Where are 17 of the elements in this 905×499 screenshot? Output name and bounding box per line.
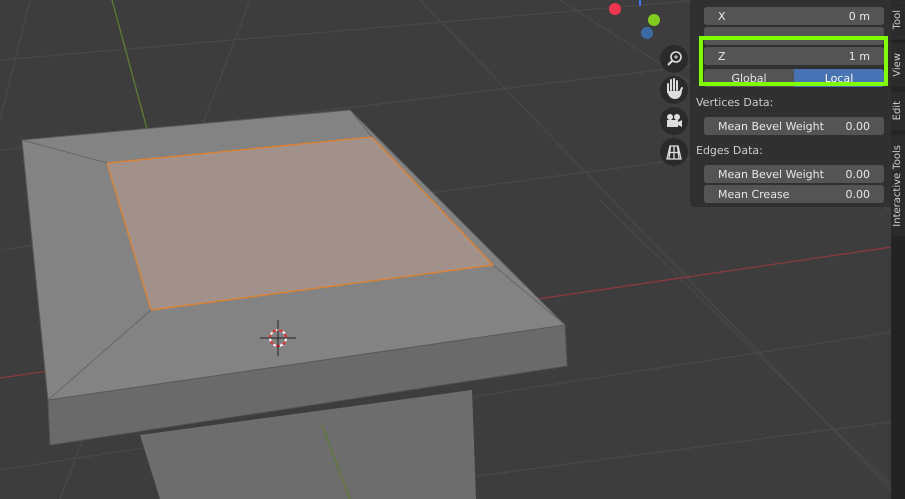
number-field[interactable]: Mean Crease 0.00 — [704, 185, 884, 203]
zoom-icon[interactable] — [660, 45, 688, 73]
number-field[interactable]: Z 1 m — [704, 47, 884, 65]
axis-gizmo-drawing — [609, 0, 660, 39]
section-label: Edges Data: — [696, 143, 764, 159]
sidebar-tab[interactable]: View — [891, 43, 905, 88]
number-field[interactable]: Mean Bevel Weight 0.00 — [704, 165, 884, 183]
camera-icon[interactable] — [660, 107, 688, 135]
sidebar-tab[interactable]: Edit — [891, 91, 905, 131]
sidebar-tab[interactable]: Interactive Tools — [891, 134, 905, 236]
grid-icon[interactable] — [660, 138, 688, 166]
number-field[interactable]: Mean Bevel Weight 0.00 — [704, 117, 884, 135]
hand-icon[interactable] — [660, 76, 688, 104]
number-field[interactable]: X 0 m — [704, 7, 884, 25]
3d-cursor-icon — [260, 320, 296, 356]
sidebar-tab[interactable]: Tool — [891, 0, 905, 40]
section-label: Vertices Data: — [696, 95, 774, 111]
